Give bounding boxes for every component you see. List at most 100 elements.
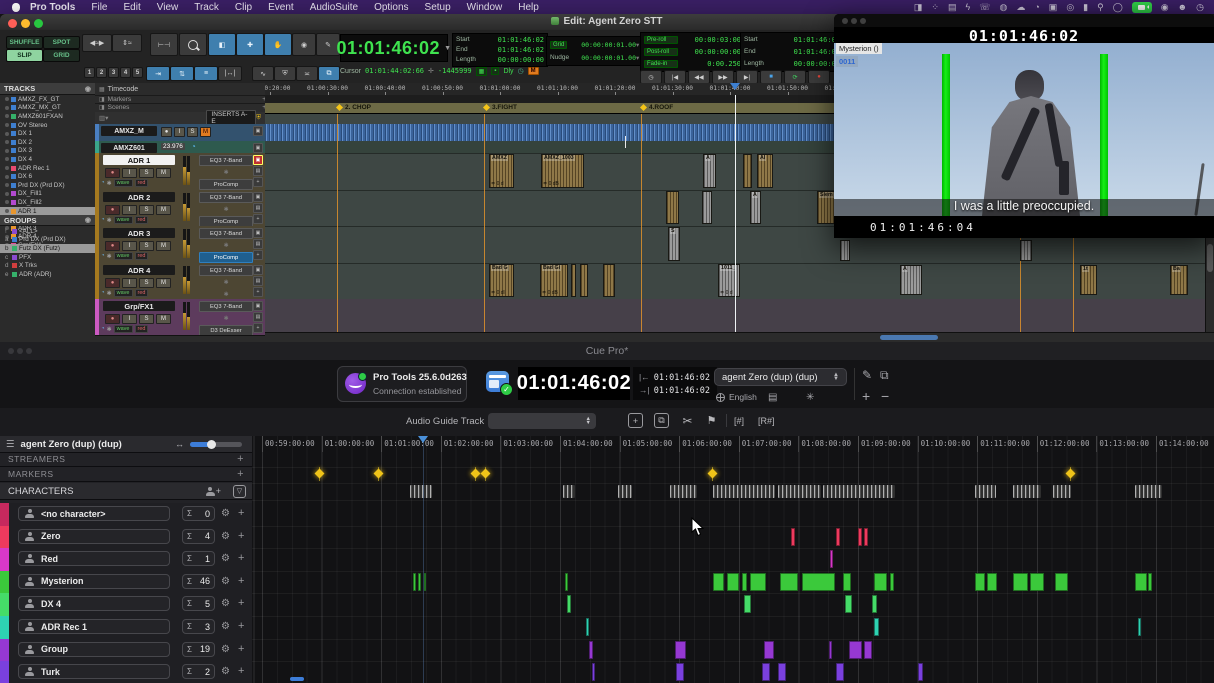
track-add-button[interactable]: + [253, 250, 263, 260]
video-online-icon[interactable]: ◔ [191, 142, 196, 151]
track-io-button[interactable]: ▣ [253, 192, 263, 202]
video-zoom-button[interactable] [860, 18, 866, 24]
track-comments-button[interactable]: ▤ [253, 166, 263, 176]
memory-location-4[interactable]: 4 [120, 67, 131, 78]
cue-block[interactable] [829, 641, 832, 659]
tracks-menu-icon[interactable]: ◉ [85, 85, 91, 93]
audio-clip[interactable] [702, 191, 712, 224]
trim-tool[interactable]: ◧ [208, 33, 236, 56]
track-view-red[interactable]: red [135, 179, 149, 187]
track-header-adr-4[interactable]: ADR 4●ISM◔✱waveredEQ3 7-Band✱✱▣▤+ [95, 263, 265, 300]
audio-clip[interactable] [580, 264, 588, 297]
character-name-field[interactable]: Turk [18, 664, 170, 679]
timeline-insertion-chip[interactable]: ▦ [476, 67, 488, 76]
track-view-red[interactable]: red [135, 216, 149, 224]
track-comments-button[interactable]: ▤ [253, 276, 263, 286]
audio-clip[interactable]: A [703, 154, 716, 188]
mode-slip-button[interactable]: SLIP [6, 49, 43, 62]
insert-d3-deesser[interactable]: D3 DeEsser [199, 325, 253, 336]
cue-block[interactable] [418, 573, 421, 591]
character-row-adr-rec-1[interactable]: ADR Rec 1Σ3⚙+ [0, 616, 252, 640]
video-minimize-button[interactable] [851, 18, 857, 24]
track-header-grp-fx1[interactable]: Grp/FX1●ISM◔✱waveredEQ3 7-Band✱D3 DeEsse… [95, 299, 265, 336]
track-comments-button[interactable]: ▤ [253, 239, 263, 249]
streamers-row-header[interactable]: STREAMERS+ [0, 452, 252, 467]
document-icon[interactable]: ▤ [768, 392, 777, 403]
list-icon[interactable]: ☰ [6, 439, 15, 450]
track-name[interactable]: AMXZ_M [101, 126, 157, 136]
insert-empty[interactable]: ✱ [199, 240, 253, 251]
track-i-button[interactable]: I [122, 278, 137, 288]
track-view-wave[interactable]: wave [114, 325, 133, 333]
insert-empty[interactable]: ✱ [199, 277, 253, 288]
track-rec-dot[interactable]: ● [161, 127, 172, 137]
audio-clip[interactable] [840, 240, 850, 261]
flash-icon[interactable]: ϟ [965, 2, 970, 12]
audio-clip[interactable] [743, 154, 752, 188]
horizontal-scroll-thumb[interactable] [880, 335, 938, 340]
cue-block[interactable] [843, 573, 851, 591]
cue-grid[interactable]: 00:59:00:0001:00:00:0001:01:00:0001:02:0… [252, 436, 1214, 683]
edit-insertion-chip[interactable]: ▪ [491, 67, 499, 75]
automation-follows-button[interactable]: ⛨ [274, 66, 296, 81]
character-name-field[interactable]: Mysterion [18, 574, 170, 589]
cue-hscroll-thumb[interactable] [290, 677, 304, 681]
menu-item-setup[interactable]: Setup [425, 2, 451, 13]
cue-block[interactable] [762, 663, 770, 681]
track-header-adr-1[interactable]: ADR 1●ISM◔✱waveredEQ3 7-Band✱ProComp▣▤+ [95, 153, 265, 191]
track-list-item[interactable]: Prd DX (Prd DX) [0, 181, 95, 190]
insert-eq3-7-band[interactable]: EQ3 7-Band [199, 265, 253, 276]
character-add-cue-icon[interactable]: + [238, 530, 244, 542]
track-view-red[interactable]: red [135, 325, 149, 333]
cue-block[interactable] [864, 528, 868, 546]
track-list-item[interactable]: AMXZ601FXAN [0, 112, 95, 121]
track-list-item[interactable]: DX_Fill2 [0, 198, 95, 207]
track-i-button[interactable]: I [122, 168, 137, 178]
zoom-slider[interactable] [190, 442, 242, 447]
layered-edit-button[interactable]: ≍ [296, 66, 318, 81]
cue-block[interactable] [778, 663, 786, 681]
group-list-item[interactable]: aPrd DX (Prd DX) [0, 236, 95, 245]
character-add-cue-icon[interactable]: + [238, 575, 244, 587]
cue-block[interactable] [872, 595, 877, 613]
duplicate-cue-icon[interactable]: ⧉ [654, 413, 669, 428]
audio-clip[interactable] [1020, 240, 1032, 261]
vertical-scroll-thumb[interactable] [1207, 244, 1213, 272]
mode-spot-button[interactable]: SPOT [43, 36, 80, 49]
memory-location-3[interactable]: 3 [108, 67, 119, 78]
language-selector[interactable]: English [716, 392, 757, 402]
character-count-field[interactable]: Σ1 [182, 551, 215, 566]
playhead[interactable] [735, 95, 736, 332]
cue-block[interactable] [592, 663, 595, 681]
user-icon[interactable]: ☻ [1178, 2, 1187, 12]
disc-icon[interactable]: ◎ [1066, 2, 1074, 13]
character-settings-icon[interactable]: ⚙ [221, 553, 230, 564]
character-add-cue-icon[interactable]: + [238, 643, 244, 655]
cue-block[interactable] [836, 663, 844, 681]
insert-eq3-7-band[interactable]: EQ3 7-Band [199, 228, 253, 239]
track-record-button[interactable]: ● [105, 241, 120, 251]
scene-marker-label[interactable]: 4.ROOF [649, 104, 673, 111]
cue-block[interactable] [802, 573, 835, 591]
add-streamer-button[interactable]: + [237, 453, 244, 465]
cue-block[interactable] [413, 573, 416, 591]
track-m-button[interactable]: M [156, 205, 171, 215]
group-list-item[interactable]: dX Trks [0, 261, 95, 270]
zoomer-tool[interactable]: ⊢⊣ [150, 33, 178, 56]
character-row-zero[interactable]: ZeroΣ4⚙+ [0, 526, 252, 550]
sync-session-icon[interactable]: ✓ [486, 371, 509, 392]
track-add-button[interactable]: + [253, 323, 263, 333]
scene-marker-diamond[interactable] [483, 104, 490, 111]
character-add-cue-icon[interactable]: + [238, 620, 244, 632]
track-io-button[interactable]: ▣ [253, 143, 263, 153]
return-to-zero-button[interactable]: |◀ [664, 70, 686, 84]
box-icon[interactable]: ▣ [1049, 2, 1058, 13]
track-s-button[interactable]: S [139, 205, 154, 215]
stop-button[interactable]: ■ [760, 70, 782, 84]
horizontal-scrollbar[interactable] [265, 332, 1214, 342]
cue-block[interactable] [858, 528, 862, 546]
cue-block[interactable] [830, 550, 833, 568]
character-name-field[interactable]: Red [18, 551, 170, 566]
menu-item-event[interactable]: Event [268, 2, 294, 13]
menu-item-view[interactable]: View [157, 2, 179, 13]
